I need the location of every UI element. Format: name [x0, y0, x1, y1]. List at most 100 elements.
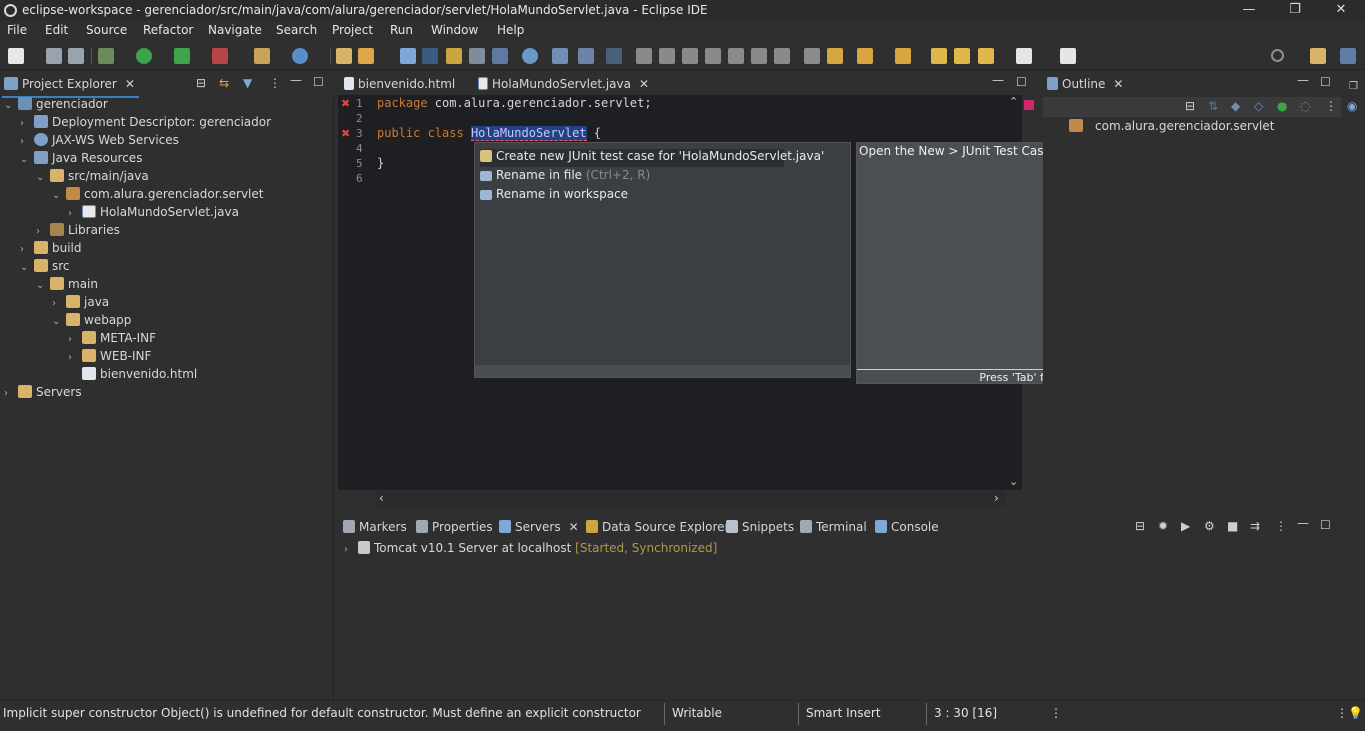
terminal-tool-icon[interactable] [578, 48, 594, 64]
tab-project-explorer[interactable]: Project Explorer ✕ [2, 71, 139, 98]
hide-local-types-icon[interactable]: ◌ [1300, 99, 1310, 113]
open-perspective-icon[interactable] [1060, 48, 1076, 64]
tab-snippets[interactable]: Snippets [726, 514, 794, 541]
back-arrow-icon[interactable] [978, 48, 994, 64]
lightbulb-icon[interactable]: 💡 [1348, 706, 1363, 720]
outline-item-package[interactable]: com.alura.gerenciador.servlet [1069, 119, 1274, 137]
tab-bienvenido-html[interactable]: bienvenido.html [344, 71, 455, 98]
view-menu-icon[interactable]: ⋮ [1275, 519, 1287, 533]
close-tab-icon[interactable]: ✕ [1113, 77, 1123, 91]
tab-terminal[interactable]: Terminal [800, 514, 867, 541]
collapse-all-icon[interactable]: ⊟ [196, 76, 206, 90]
expand-twisty[interactable]: › [344, 544, 358, 555]
debug-server-icon[interactable]: ✹ [1158, 519, 1168, 533]
tab-servers[interactable]: Servers ✕ [499, 514, 579, 541]
expand-twisty[interactable]: › [68, 352, 82, 363]
tree-item-src-main-java[interactable]: ⌄ src/main/java [36, 169, 149, 187]
collapse-all-icon[interactable]: ⊟ [1135, 519, 1145, 533]
expand-twisty[interactable]: › [68, 334, 82, 345]
step-over-icon[interactable] [751, 48, 767, 64]
error-marker-icon[interactable]: ✖ [341, 127, 350, 140]
maximize-view-icon[interactable]: ☐ [1320, 518, 1331, 532]
maximize-editor-icon[interactable]: ☐ [1016, 75, 1027, 89]
forward-history-icon[interactable] [954, 48, 970, 64]
menu-project[interactable]: Project [332, 23, 373, 37]
tree-item-meta-inf[interactable]: › META-INF [68, 331, 156, 349]
highlight-icon[interactable] [422, 48, 438, 64]
scroll-left-icon[interactable]: ‹ [379, 491, 384, 505]
close-tab-icon[interactable]: ✕ [569, 520, 579, 534]
view-menu-icon[interactable]: ⋮ [1325, 99, 1337, 113]
status-cursor-position[interactable]: 3 : 30 [16] [934, 706, 997, 720]
web-tool-icon[interactable] [552, 48, 568, 64]
back-history-icon[interactable] [931, 48, 947, 64]
restore-icon[interactable]: ❐ [1349, 81, 1358, 92]
search-tool-icon[interactable] [358, 48, 374, 64]
tree-item-bienvenido-html[interactable]: bienvenido.html [68, 367, 197, 385]
tree-item-web-inf[interactable]: › WEB-INF [68, 349, 151, 367]
show-whitespace-icon[interactable] [492, 48, 508, 64]
scroll-up-icon[interactable]: ⌃ [1009, 95, 1018, 108]
expand-twisty[interactable]: › [20, 136, 34, 147]
scroll-right-icon[interactable]: › [994, 491, 999, 505]
expand-twisty[interactable]: › [68, 208, 82, 219]
drop-to-frame-icon[interactable] [804, 48, 820, 64]
scroll-down-icon[interactable]: ⌄ [1009, 475, 1018, 488]
hide-fields-icon[interactable]: ◆ [1231, 99, 1240, 113]
proposal-rename-in-workspace[interactable]: Rename in workspace [480, 187, 628, 205]
step-return-icon[interactable] [774, 48, 790, 64]
tree-item-holamundoservlet[interactable]: › HolaMundoServlet.java [68, 205, 239, 223]
perspective-java-icon[interactable] [1340, 48, 1356, 64]
save-all-icon[interactable] [68, 48, 84, 64]
expand-twisty[interactable]: › [20, 244, 34, 255]
expand-twisty[interactable]: ⌄ [20, 262, 34, 273]
menu-source[interactable]: Source [86, 23, 127, 37]
tree-item-gerenciador[interactable]: ⌄ gerenciador [4, 97, 108, 115]
tree-item-java[interactable]: › java [52, 295, 109, 313]
menu-refactor[interactable]: Refactor [143, 23, 193, 37]
expand-twisty[interactable]: ⌄ [52, 190, 66, 201]
tree-item-webapp[interactable]: ⌄ webapp [52, 313, 131, 331]
start-server-icon[interactable]: ▶ [1181, 519, 1190, 533]
pin-editor-icon[interactable] [895, 48, 911, 64]
minimize-view-icon[interactable]: — [1297, 73, 1309, 87]
previous-annotation-icon[interactable] [857, 48, 873, 64]
open-folder-icon[interactable] [336, 48, 352, 64]
proposal-create-junit[interactable]: Create new JUnit test case for 'HolaMund… [480, 149, 824, 167]
block-selection-icon[interactable] [469, 48, 485, 64]
menu-navigate[interactable]: Navigate [208, 23, 262, 37]
menu-help[interactable]: Help [497, 23, 524, 37]
step-into-icon[interactable] [728, 48, 744, 64]
tree-item-servers[interactable]: › Servers [4, 385, 82, 403]
server-row[interactable]: › Tomcat v10.1 Server at localhost [Start… [344, 541, 717, 559]
close-window-button[interactable]: ✕ [1318, 0, 1364, 21]
next-annotation-icon[interactable] [827, 48, 843, 64]
close-tab-icon[interactable]: ✕ [125, 77, 135, 91]
run-server-icon[interactable] [174, 48, 190, 64]
expand-twisty[interactable]: ⌄ [20, 154, 34, 165]
status-menu-icon[interactable]: ⋮ [1336, 706, 1348, 720]
expand-twisty[interactable]: ⌄ [36, 280, 50, 291]
status-menu-icon[interactable]: ⋮ [1050, 706, 1062, 720]
tab-data-source-explorer[interactable]: Data Source Explorer [586, 514, 729, 541]
outline-trim-icon[interactable]: ◉ [1347, 99, 1357, 113]
expand-twisty[interactable]: › [36, 226, 50, 237]
maximize-button[interactable]: ❐ [1272, 0, 1318, 21]
disconnect-icon[interactable] [705, 48, 721, 64]
minimize-view-icon[interactable]: — [290, 73, 302, 87]
tree-item-build[interactable]: › build [20, 241, 82, 259]
hide-nonpublic-icon[interactable]: ● [1277, 99, 1287, 113]
tab-holamundoservlet-java[interactable]: HolaMundoServlet.java ✕ [478, 71, 650, 98]
expand-twisty[interactable]: ⌄ [36, 172, 50, 183]
globe-icon[interactable] [522, 48, 538, 64]
menu-file[interactable]: File [7, 23, 27, 37]
mark-occurrences-icon[interactable] [446, 48, 462, 64]
minimize-view-icon[interactable]: — [1297, 516, 1309, 530]
profile-server-icon[interactable]: ⚙ [1204, 519, 1215, 533]
minimize-button[interactable]: — [1226, 0, 1272, 21]
close-tab-icon[interactable]: ✕ [639, 77, 649, 91]
save-icon[interactable] [46, 48, 62, 64]
run-icon[interactable] [136, 48, 152, 64]
resume-icon[interactable] [636, 48, 652, 64]
collapse-all-icon[interactable]: ⊟ [1185, 99, 1195, 113]
